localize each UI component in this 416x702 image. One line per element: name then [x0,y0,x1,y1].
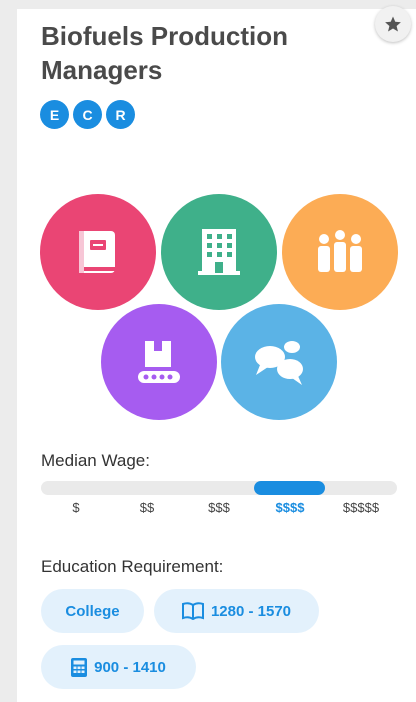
category-people[interactable] [282,194,398,310]
calculator-icon [71,657,88,677]
wage-tick-5: $$$$$ [342,500,380,515]
category-office[interactable] [161,194,277,310]
sat-range-text: 1280 - 1570 [210,602,292,620]
people-group-icon [318,230,362,272]
star-icon [385,16,401,32]
office-building-icon [198,229,240,275]
wage-tick-4: $$$$ [275,500,305,515]
wage-tick-2: $$ [139,500,155,515]
favorite-button[interactable] [375,6,411,42]
category-chat[interactable] [221,304,337,420]
book-icon [79,231,115,273]
wage-tick-1: $ [72,500,80,515]
median-wage-label: Median Wage: [41,451,150,470]
education-level-text: College [65,602,120,620]
wage-scale-indicator [254,481,325,495]
interest-badges: E C R [40,100,135,129]
chat-bubbles-icon [255,341,303,385]
conveyor-box-icon [138,341,180,383]
open-book-icon [181,602,204,620]
badge-conventional[interactable]: C [73,100,102,129]
category-conveyor[interactable] [101,304,217,420]
education-requirement-label: Education Requirement: [41,557,224,576]
wage-scale-bar [41,481,397,495]
education-level-pill: College [41,589,144,633]
sat-range-pill: 1280 - 1570 [154,589,319,633]
act-range-text: 900 - 1410 [94,658,166,676]
category-book[interactable] [40,194,156,310]
act-range-pill: 900 - 1410 [41,645,196,689]
badge-realistic[interactable]: R [106,100,135,129]
page-title: Biofuels Production Managers [41,21,288,85]
badge-enterprising[interactable]: E [40,100,69,129]
wage-tick-3: $$$ [208,500,230,515]
